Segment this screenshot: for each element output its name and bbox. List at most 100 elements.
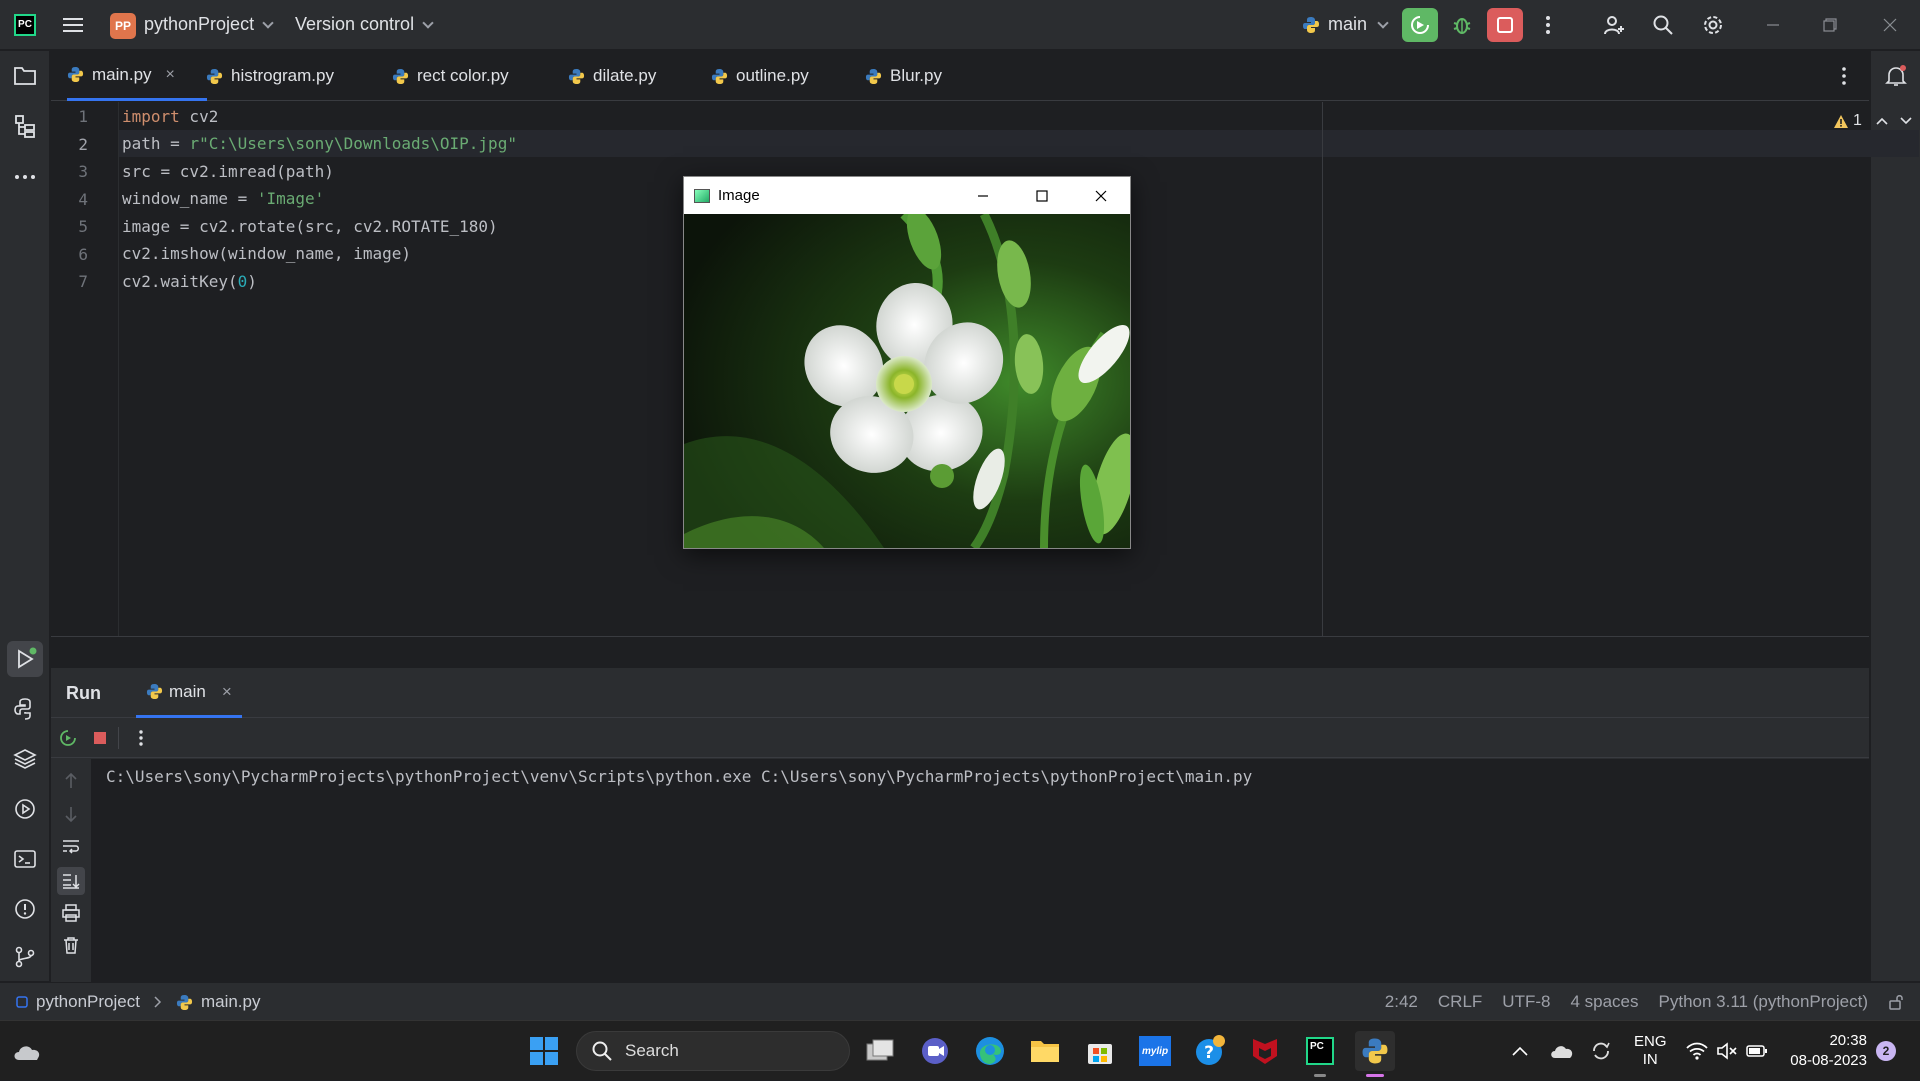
tab-rect-color-py[interactable]: rect color.py — [392, 51, 509, 101]
language-indicator[interactable]: ENG IN — [1634, 1021, 1667, 1081]
file-explorer-button[interactable] — [1025, 1031, 1065, 1071]
tab-outline-py[interactable]: outline.py — [711, 51, 809, 101]
project-selector[interactable]: pythonProject — [144, 14, 274, 35]
wifi-indicator[interactable] — [1686, 1021, 1708, 1081]
soft-wrap-button[interactable] — [59, 835, 83, 859]
services-button[interactable] — [12, 796, 38, 822]
inspection-widget[interactable]: 1 — [1833, 112, 1912, 130]
settings-button[interactable] — [1695, 8, 1731, 42]
onedrive-button[interactable] — [1550, 1021, 1574, 1081]
clear-all-button[interactable] — [59, 933, 83, 957]
more-actions-button[interactable] — [1530, 8, 1566, 42]
window-restore-button[interactable] — [1812, 8, 1848, 42]
arrow-down-icon — [65, 807, 77, 823]
project-badge[interactable]: PP — [110, 13, 136, 39]
file-encoding[interactable]: UTF-8 — [1502, 992, 1550, 1012]
wifi-icon — [1686, 1042, 1708, 1060]
string-literal: 'Image' — [256, 189, 325, 208]
notification-center-button[interactable]: 2 — [1876, 1021, 1896, 1081]
run-toolbar — [51, 718, 1869, 758]
microsoft-store-button[interactable] — [1080, 1031, 1120, 1071]
teams-chat-button[interactable] — [915, 1031, 955, 1071]
image-window-minimize-button[interactable] — [954, 177, 1012, 214]
warning-icon — [1834, 114, 1848, 128]
run-tool-button[interactable] — [7, 641, 43, 677]
image-window-close-button[interactable] — [1072, 177, 1130, 214]
tab-label: Blur.py — [890, 66, 942, 85]
window-minimize-button[interactable] — [1755, 8, 1791, 42]
scroll-up-button[interactable] — [59, 769, 83, 793]
caret-position[interactable]: 2:42 — [1385, 992, 1418, 1012]
read-only-toggle[interactable] — [1888, 994, 1904, 1010]
tab-histrogram-py[interactable]: histrogram.py — [206, 51, 334, 101]
main-menu-button[interactable] — [62, 14, 84, 36]
search-everywhere-button[interactable] — [1645, 8, 1681, 42]
battery-indicator[interactable] — [1746, 1021, 1768, 1081]
python-app-taskbar-button[interactable] — [1355, 1031, 1395, 1077]
project-tool-button[interactable] — [12, 63, 38, 89]
code-with-me-button[interactable] — [1596, 8, 1632, 42]
scroll-down-button[interactable] — [59, 802, 83, 826]
tab-close-button[interactable]: × — [166, 66, 175, 84]
chevron-up-icon[interactable] — [1876, 117, 1888, 125]
more-tools-button[interactable] — [12, 164, 38, 190]
clock[interactable]: 20:38 08-08-2023 — [1785, 1021, 1867, 1081]
cloud-icon — [14, 1046, 40, 1060]
chevron-up-icon — [1512, 1046, 1528, 1056]
git-button[interactable] — [12, 944, 38, 970]
indent-setting[interactable]: 4 spaces — [1570, 992, 1638, 1012]
version-control-menu[interactable]: Version control — [295, 14, 434, 35]
tab-blur-py[interactable]: Blur.py — [865, 51, 942, 101]
breadcrumb-file[interactable]: main.py — [201, 992, 261, 1012]
start-button[interactable] — [524, 1031, 564, 1071]
breadcrumb-project[interactable]: pythonProject — [36, 992, 140, 1012]
run-more-button[interactable] — [129, 726, 153, 750]
panel-splitter[interactable] — [51, 636, 1869, 668]
terminal-button[interactable] — [12, 846, 38, 872]
stop-button[interactable] — [88, 726, 112, 750]
code-line-7: cv2.waitKey(0) — [122, 268, 257, 295]
notifications-button[interactable] — [1883, 63, 1909, 89]
image-window[interactable]: Image — [683, 176, 1131, 549]
tray-overflow-button[interactable] — [1512, 1021, 1528, 1081]
tab-main-py[interactable]: main.py × — [67, 51, 207, 101]
myhp-icon: mylip — [1139, 1036, 1171, 1066]
debug-button[interactable] — [1444, 8, 1480, 42]
image-window-titlebar[interactable]: Image — [684, 177, 1130, 214]
python-packages-button[interactable] — [12, 746, 38, 772]
rerun-button[interactable] — [56, 726, 80, 750]
structure-tool-button[interactable] — [12, 113, 38, 139]
chevron-down-icon[interactable] — [1900, 117, 1912, 125]
print-button[interactable] — [59, 901, 83, 925]
problems-button[interactable] — [12, 896, 38, 922]
warning-count: 1 — [1853, 112, 1862, 129]
line-separator[interactable]: CRLF — [1438, 992, 1482, 1012]
python-interpreter[interactable]: Python 3.11 (pythonProject) — [1659, 992, 1868, 1012]
run-config-selector[interactable]: main — [1302, 14, 1389, 35]
task-view-button[interactable] — [860, 1031, 900, 1071]
image-window-maximize-button[interactable] — [1013, 177, 1071, 214]
stop-button[interactable] — [1487, 8, 1523, 42]
window-close-button[interactable] — [1872, 8, 1908, 42]
myhp-button[interactable]: mylip — [1135, 1031, 1175, 1071]
layers-icon — [13, 749, 37, 769]
scroll-to-end-button[interactable] — [57, 867, 85, 895]
mcafee-button[interactable] — [1245, 1031, 1285, 1071]
code-line-1: import cv2 — [122, 103, 218, 130]
run-tab-close-button[interactable]: × — [222, 682, 232, 702]
taskbar-search[interactable]: Search — [576, 1031, 850, 1071]
edge-browser-button[interactable] — [970, 1031, 1010, 1071]
tab-dilate-py[interactable]: dilate.py — [568, 51, 656, 101]
restore-icon — [1823, 18, 1837, 32]
pycharm-taskbar-button[interactable]: PC — [1300, 1031, 1340, 1077]
tab-options-button[interactable] — [1841, 66, 1847, 86]
console-output[interactable]: C:\Users\sony\PycharmProjects\pythonProj… — [91, 759, 1869, 982]
python-console-button[interactable] — [12, 696, 38, 722]
run-tab-main[interactable]: main × — [136, 668, 242, 718]
rerun-button[interactable] — [1402, 8, 1438, 42]
volume-indicator[interactable] — [1716, 1021, 1738, 1081]
sync-button[interactable] — [1590, 1021, 1612, 1081]
battery-icon — [1746, 1045, 1767, 1057]
weather-widget[interactable] — [8, 1031, 48, 1071]
get-help-button[interactable]: ? — [1190, 1031, 1230, 1071]
